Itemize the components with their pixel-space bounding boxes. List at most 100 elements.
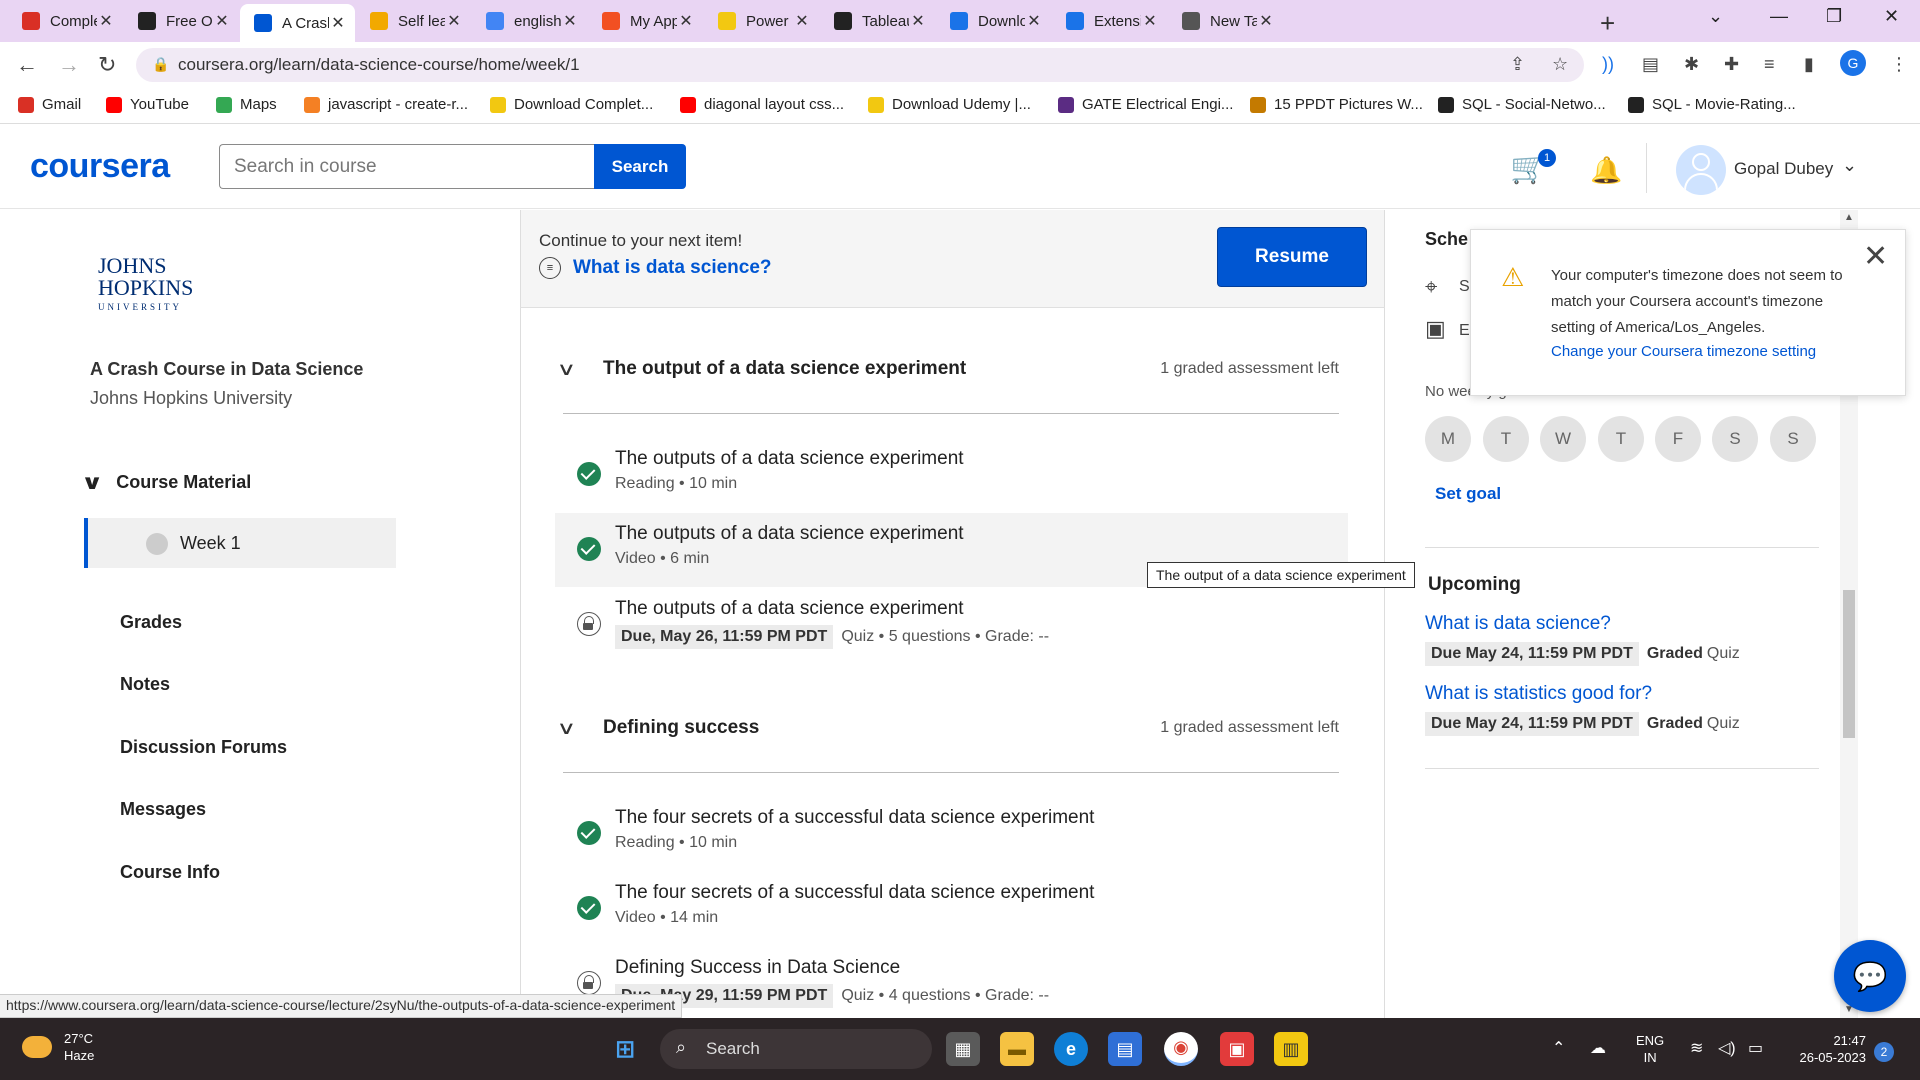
bookmark-item[interactable]: Gmail (18, 96, 81, 113)
reading-list-icon[interactable]: ≡ (1764, 54, 1775, 75)
onedrive-icon[interactable]: ☁ (1590, 1038, 1606, 1058)
sidebar-item-week-1[interactable]: Week 1 (84, 518, 396, 568)
sidebar-link-grades[interactable]: Grades (120, 612, 182, 633)
reload-icon[interactable]: ↻ (98, 52, 116, 78)
task-view-icon[interactable]: ▦ (946, 1032, 980, 1066)
chat-support-button[interactable]: 💬 (1834, 940, 1906, 1012)
user-avatar[interactable] (1676, 145, 1726, 195)
browser-tab[interactable]: Downloa✕ (936, 6, 1051, 36)
upcoming-item-link[interactable]: What is statistics good for? (1425, 683, 1652, 705)
share-icon[interactable]: ⇪ (1510, 54, 1525, 75)
windows-start-icon[interactable]: ⊞ (608, 1032, 642, 1066)
day-sunday[interactable]: S (1770, 416, 1816, 462)
side-panel-icon[interactable]: ▮ (1804, 54, 1814, 75)
extension-audio-icon[interactable]: )) (1602, 54, 1614, 75)
back-icon[interactable]: ← (16, 52, 38, 78)
system-clock[interactable]: 21:47 26-05-2023 (1786, 1032, 1867, 1066)
tab-close-icon[interactable]: ✕ (677, 11, 695, 31)
bookmark-item[interactable]: Download Udemy |... (868, 96, 1031, 113)
tab-close-icon[interactable]: ✕ (1141, 11, 1159, 31)
browser-tab[interactable]: english to✕ (472, 6, 587, 36)
profile-avatar[interactable]: G (1840, 50, 1866, 76)
bookmark-item[interactable]: 15 PPDT Pictures W... (1250, 96, 1423, 113)
upcoming-item-link[interactable]: What is data science? (1425, 613, 1611, 635)
course-search-input[interactable] (219, 144, 594, 189)
next-item-link[interactable]: ≡ What is data science? (539, 257, 772, 279)
wifi-icon[interactable]: ≋ (1690, 1038, 1703, 1058)
bookmark-item[interactable]: YouTube (106, 96, 189, 113)
extensions-puzzle-icon[interactable]: ✚ (1724, 54, 1739, 75)
tab-search-icon[interactable]: ⌄ (1708, 6, 1723, 27)
day-monday[interactable]: M (1425, 416, 1471, 462)
search-button[interactable]: Search (594, 144, 686, 189)
close-window-icon[interactable]: ✕ (1884, 6, 1899, 27)
chrome-menu-icon[interactable]: ⋮ (1890, 54, 1908, 75)
section-header[interactable]: ∨ Defining success 1 graded assessment l… (557, 717, 1340, 739)
tab-close-icon[interactable]: ✕ (793, 11, 811, 31)
tab-close-icon[interactable]: ✕ (1025, 11, 1043, 31)
browser-tab[interactable]: Complete✕ (8, 6, 123, 36)
bookmark-item[interactable]: javascript - create-r... (304, 96, 468, 113)
weather-widget[interactable]: 27°C Haze (22, 1030, 94, 1064)
forward-icon[interactable]: → (58, 52, 80, 78)
sidebar-link-course-info[interactable]: Course Info (120, 862, 220, 883)
taskbar-search[interactable]: ⌕ Search (660, 1029, 932, 1069)
bookmark-item[interactable]: GATE Electrical Engi... (1058, 96, 1233, 113)
tab-close-icon[interactable]: ✕ (329, 13, 347, 33)
browser-tab[interactable]: My Apps✕ (588, 6, 703, 36)
johns-hopkins-logo[interactable]: JOHNS HOPKINS UNIVERSITY (98, 255, 193, 312)
show-hidden-icons-icon[interactable]: ⌃ (1552, 1038, 1565, 1058)
restore-icon[interactable]: ❐ (1826, 6, 1842, 27)
tab-close-icon[interactable]: ✕ (1257, 11, 1275, 31)
sidebar-link-discussion-forums[interactable]: Discussion Forums (120, 737, 287, 758)
user-name[interactable]: Gopal Dubey (1734, 159, 1833, 179)
edge-icon[interactable]: e (1054, 1032, 1088, 1066)
close-icon[interactable]: ✕ (1863, 242, 1888, 272)
browser-tab[interactable]: Extension✕ (1052, 6, 1167, 36)
browser-tab[interactable]: A Crash C✕ (240, 4, 355, 42)
tab-close-icon[interactable]: ✕ (561, 11, 579, 31)
address-bar[interactable]: 🔒 coursera.org/learn/data-science-course… (136, 48, 1584, 82)
coursera-logo[interactable]: coursera (30, 147, 170, 186)
resume-button[interactable]: Resume (1217, 227, 1367, 287)
minimize-icon[interactable]: — (1770, 6, 1788, 27)
browser-tab[interactable]: Tableau-D✕ (820, 6, 935, 36)
course-material-toggle[interactable]: ∨ Course Material (81, 470, 252, 495)
sidebar-link-notes[interactable]: Notes (120, 674, 170, 695)
browser-tab[interactable]: Free Onli✕ (124, 6, 239, 36)
browser-tab[interactable]: Self learn✕ (356, 6, 471, 36)
tab-close-icon[interactable]: ✕ (97, 11, 115, 31)
extension-doc-icon[interactable]: ▤ (1642, 54, 1659, 75)
new-tab-button[interactable]: + (1600, 8, 1615, 39)
day-saturday[interactable]: S (1712, 416, 1758, 462)
tab-close-icon[interactable]: ✕ (445, 11, 463, 31)
store-icon[interactable]: ▤ (1108, 1032, 1142, 1066)
scroll-thumb[interactable] (1843, 590, 1855, 738)
section-header[interactable]: ∨ The output of a data science experimen… (557, 358, 1340, 380)
list-item[interactable]: The outputs of a data science experiment… (555, 438, 1348, 512)
set-goal-link[interactable]: Set goal (1435, 484, 1501, 504)
scroll-up-icon[interactable]: ▲ (1844, 212, 1854, 223)
bookmark-item[interactable]: Download Complet... (490, 96, 653, 113)
bookmark-item[interactable]: Maps (216, 96, 277, 113)
file-explorer-icon[interactable]: ▬ (1000, 1032, 1034, 1066)
day-thursday[interactable]: T (1598, 416, 1644, 462)
day-friday[interactable]: F (1655, 416, 1701, 462)
browser-tab[interactable]: New Tab✕ (1168, 6, 1283, 36)
day-wednesday[interactable]: W (1540, 416, 1586, 462)
day-tuesday[interactable]: T (1483, 416, 1529, 462)
list-item[interactable]: The four secrets of a successful data sc… (555, 797, 1348, 871)
notification-count-badge[interactable]: 2 (1874, 1042, 1894, 1062)
bookmark-item[interactable]: diagonal layout css... (680, 96, 844, 113)
chevron-down-icon[interactable]: ⌄ (1842, 155, 1857, 176)
input-language[interactable]: ENG IN (1636, 1032, 1664, 1066)
bookmark-item[interactable]: SQL - Social-Netwo... (1438, 96, 1606, 113)
battery-icon[interactable]: ▭ (1748, 1038, 1763, 1058)
sidebar-link-messages[interactable]: Messages (120, 799, 206, 820)
volume-icon[interactable]: ◁) (1718, 1038, 1736, 1058)
chrome-taskbar-icon[interactable]: ◉ (1164, 1032, 1198, 1066)
list-item[interactable]: The outputs of a data science experiment… (555, 588, 1348, 662)
notifications-bell-icon[interactable]: 🔔 (1590, 155, 1622, 186)
tab-close-icon[interactable]: ✕ (909, 11, 927, 31)
list-item[interactable]: The four secrets of a successful data sc… (555, 872, 1348, 946)
